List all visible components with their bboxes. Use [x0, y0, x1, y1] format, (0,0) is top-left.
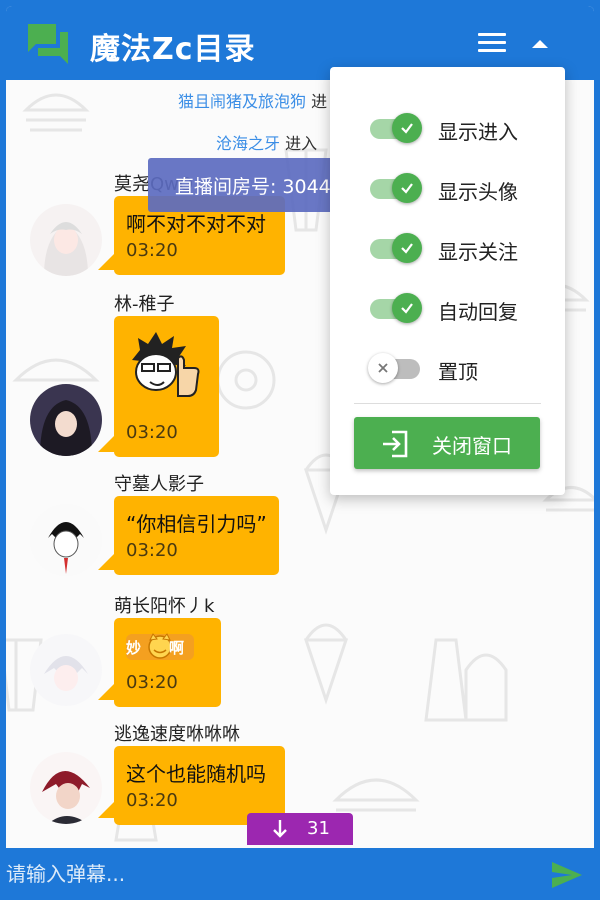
enter-username[interactable]: 猫且闹猪及旅泡狗	[178, 92, 306, 111]
avatar-white-hair-boy-icon	[30, 634, 102, 706]
menu-divider	[354, 403, 541, 404]
collapse-up-icon[interactable]	[524, 28, 556, 60]
menu-button[interactable]	[474, 28, 510, 60]
close-window-button[interactable]: 关闭窗口	[354, 417, 540, 469]
message-time: 03:20	[126, 422, 178, 443]
enter-event-line: 沧海之牙 进入	[216, 130, 317, 154]
input-bar	[6, 848, 594, 900]
avatar[interactable]	[30, 752, 102, 824]
danmaku-input[interactable]	[6, 856, 526, 892]
message-text: 啊不对不对不对	[126, 212, 266, 236]
check-icon	[401, 123, 413, 134]
new-messages-button[interactable]: 31	[247, 813, 353, 845]
message-username[interactable]: 逃逸速度咻咻咻	[114, 720, 240, 746]
app-window: 魔法Zc目录 猫且闹猪及旅泡狗 进 沧海之牙 进入 啊不对不对不对 03:20 …	[6, 6, 594, 900]
app-title: 魔法Zc目录	[90, 32, 256, 67]
check-icon	[401, 243, 413, 254]
exit-icon	[383, 430, 408, 458]
option-label: 显示进入	[438, 120, 518, 144]
toggle-switch[interactable]	[368, 353, 420, 383]
option-label: 置顶	[438, 360, 478, 384]
message-time: 03:20	[126, 672, 178, 693]
option-auto-reply[interactable]: 自动回复	[330, 274, 565, 334]
avatar[interactable]	[30, 384, 102, 456]
avatar[interactable]	[30, 634, 102, 706]
message-text: 这个也能随机吗	[126, 762, 266, 786]
enter-username[interactable]: 沧海之牙	[216, 134, 280, 153]
avatar-red-hair-boy-icon	[30, 752, 102, 824]
avatar-girl-white-hair-icon	[30, 204, 102, 276]
send-icon[interactable]	[550, 860, 584, 890]
enter-action: 进	[311, 92, 328, 111]
message-bubble: 妙啊 03:20	[114, 618, 221, 707]
close-x-icon	[378, 363, 388, 373]
check-icon	[401, 303, 413, 314]
option-label: 自动回复	[438, 300, 518, 324]
toggle-switch[interactable]	[370, 113, 422, 143]
thumbs-up-sticker-icon	[132, 332, 200, 397]
sticker-text: 妙啊	[126, 639, 184, 657]
close-window-label: 关闭窗口	[432, 434, 512, 458]
settings-dropdown: 显示进入 显示头像 显示关注 自动回复 置顶 关闭窗口	[330, 67, 565, 495]
chat-logo-icon	[28, 24, 68, 64]
message-username[interactable]: 林-稚子	[114, 290, 175, 316]
check-icon	[401, 183, 413, 194]
avatar-anime-boy-tie-icon	[30, 504, 102, 576]
arrow-down-icon	[273, 820, 287, 838]
message-text: “你相信引力吗”	[126, 512, 267, 536]
toggle-switch[interactable]	[370, 173, 422, 203]
miao-a-emoji-icon: 妙啊	[126, 632, 194, 662]
toggle-switch[interactable]	[370, 233, 422, 263]
avatar[interactable]	[30, 204, 102, 276]
enter-event-line: 猫且闹猪及旅泡狗 进	[178, 88, 327, 112]
message-bubble: “你相信引力吗” 03:20	[114, 496, 279, 575]
new-messages-count: 31	[307, 818, 330, 839]
option-label: 显示头像	[438, 180, 518, 204]
avatar-dark-hair-girl-icon	[30, 384, 102, 456]
option-show-follow[interactable]: 显示关注	[330, 214, 565, 274]
message-time: 03:20	[126, 790, 178, 811]
avatar[interactable]	[30, 504, 102, 576]
message-time: 03:20	[126, 240, 178, 261]
toggle-switch[interactable]	[370, 293, 422, 323]
option-pin-top[interactable]: 置顶	[330, 334, 565, 394]
message-username[interactable]: 萌长阳怀丿k	[114, 592, 214, 618]
option-show-avatar[interactable]: 显示头像	[330, 154, 565, 214]
option-label: 显示关注	[438, 240, 518, 264]
message-username[interactable]: 守墓人影子	[114, 470, 204, 496]
message-bubble: 03:20	[114, 316, 219, 457]
message-time: 03:20	[126, 540, 178, 561]
enter-action: 进入	[285, 134, 318, 153]
option-show-enter[interactable]: 显示进入	[330, 94, 565, 154]
